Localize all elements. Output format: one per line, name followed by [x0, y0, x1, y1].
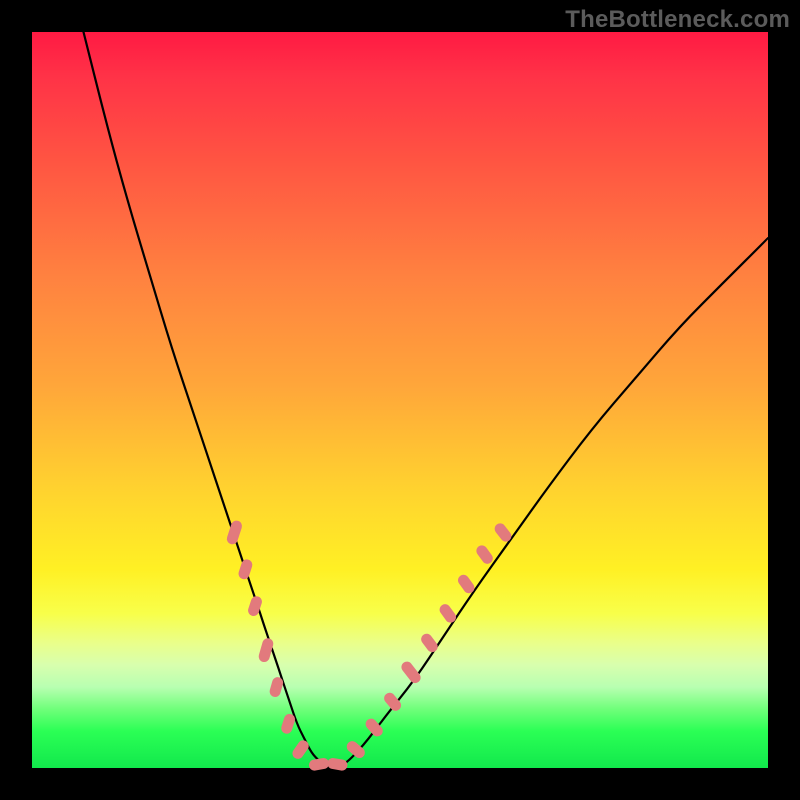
chart-frame: TheBottleneck.com	[0, 0, 800, 800]
curve-marker	[237, 558, 254, 581]
curve-marker	[474, 543, 495, 566]
curve-marker	[419, 632, 440, 655]
curve-markers	[225, 519, 513, 771]
curve-marker	[225, 519, 243, 546]
curve-marker	[437, 602, 458, 625]
curve-marker	[326, 757, 348, 771]
curve-marker	[345, 739, 368, 760]
curve-marker	[290, 738, 311, 761]
bottleneck-curve	[84, 32, 769, 768]
curve-marker	[382, 691, 403, 714]
chart-plot-area	[32, 32, 768, 768]
chart-svg	[32, 32, 768, 768]
curve-marker	[308, 757, 330, 771]
watermark-text: TheBottleneck.com	[565, 6, 790, 34]
